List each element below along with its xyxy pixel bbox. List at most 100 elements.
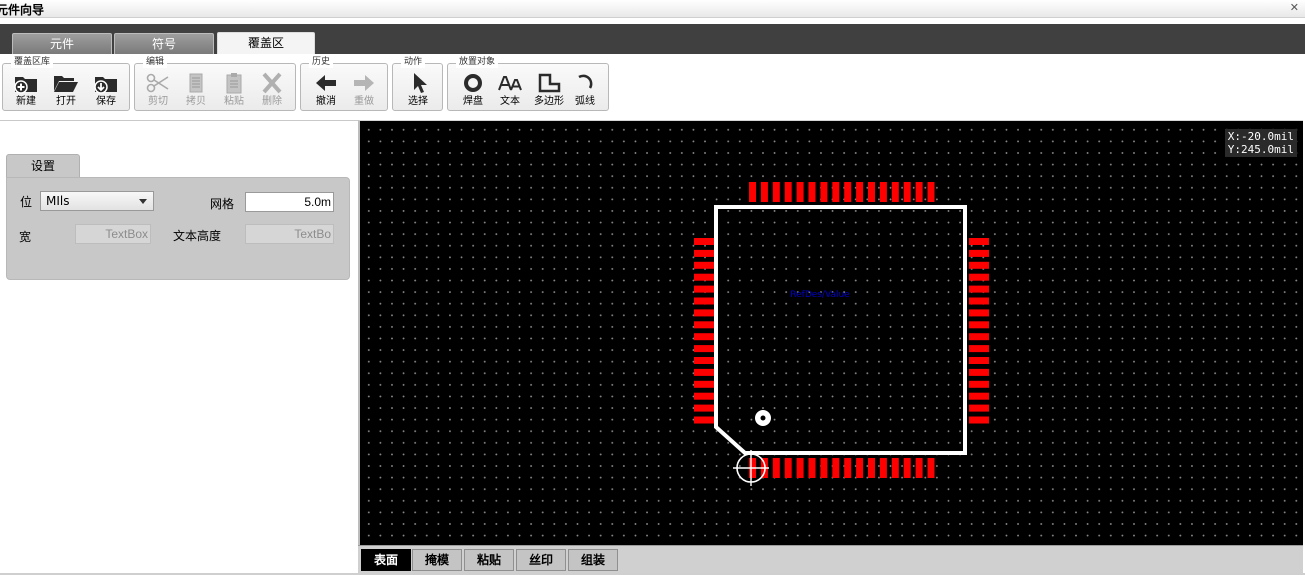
layer-tab-assembly[interactable]: 组装	[568, 549, 618, 571]
settings-panel: 设置 位 MIls 网格 5.0m 宽 TextBox 文本高度 TextBo	[0, 120, 358, 545]
pad-left	[694, 404, 714, 412]
pad-right	[969, 368, 989, 376]
pad-top	[796, 182, 804, 202]
undo-button[interactable]: 撤消	[307, 70, 345, 110]
group-footprint-library: 覆盖区库 新建 打开 保存	[2, 56, 130, 111]
grid-input[interactable]: 5.0m	[245, 192, 334, 212]
open-folder-icon	[53, 72, 79, 94]
tab-component[interactable]: 元件	[12, 33, 112, 54]
close-icon[interactable]: ✕	[1290, 1, 1299, 14]
unit-label: 位	[20, 195, 33, 209]
pad-left	[694, 357, 714, 364]
pad-top	[879, 182, 887, 202]
pad-right	[969, 297, 989, 305]
copy-button[interactable]: 拷贝	[177, 70, 215, 110]
width-textbox[interactable]: TextBox	[75, 224, 151, 244]
pad-bottom	[879, 458, 887, 478]
pad-top	[808, 182, 816, 202]
undo-label: 撤消	[316, 96, 336, 107]
pad-left	[694, 309, 714, 317]
pad-top	[832, 182, 840, 202]
group-action: 动作 选择	[392, 56, 443, 111]
group-title: 覆盖区库	[11, 56, 54, 68]
pad-top	[844, 182, 852, 202]
pad-right	[969, 273, 989, 281]
scissors-icon	[145, 72, 171, 94]
group-place-objects: 放置对象 焊盘 文本 多边形 弧线	[447, 56, 609, 111]
coord-y: Y:245.0mil	[1227, 143, 1294, 156]
select-label: 选择	[408, 96, 428, 107]
grid-label: 网格	[210, 197, 235, 211]
save-label: 保存	[96, 96, 116, 107]
paste-button[interactable]: 粘贴	[215, 70, 253, 110]
unit-select[interactable]: MIls	[40, 191, 154, 211]
pad-right	[969, 238, 989, 245]
pad-left	[694, 285, 714, 293]
polygon-label: 多边形	[534, 96, 564, 107]
tab-symbol[interactable]: 符号	[114, 33, 214, 54]
paste-icon	[221, 72, 247, 94]
pad-right	[969, 321, 989, 329]
tab-footprint[interactable]: 覆盖区	[217, 32, 315, 54]
pad-right	[969, 380, 989, 388]
settings-box: 位 MIls 网格 5.0m 宽 TextBox 文本高度 TextBo	[6, 177, 350, 280]
tab-settings[interactable]: 设置	[6, 154, 80, 178]
pad-left	[694, 321, 714, 329]
ribbon-toolbar: 覆盖区库 新建 打开 保存 编辑 剪切 拷贝 粘贴 删除 历史 撤消 重做 动作…	[0, 54, 1305, 120]
copy-icon	[183, 72, 209, 94]
redo-label: 重做	[354, 96, 374, 107]
group-title: 历史	[309, 56, 334, 68]
text-height-textbox[interactable]: TextBo	[245, 224, 334, 244]
arc-label: 弧线	[575, 96, 595, 107]
pad-button[interactable]: 焊盘	[454, 70, 492, 110]
group-title: 放置对象	[456, 56, 499, 68]
text-button[interactable]: 文本	[491, 70, 529, 110]
pad-right	[969, 261, 989, 269]
delete-label: 删除	[262, 96, 282, 107]
group-history: 历史 撤消 重做	[300, 56, 388, 111]
refdes-text: RefDes/Value	[790, 290, 850, 300]
pad-left	[694, 368, 714, 376]
arc-button[interactable]: 弧线	[566, 70, 604, 110]
delete-button[interactable]: 删除	[253, 70, 291, 110]
open-button[interactable]: 打开	[47, 70, 85, 110]
pad-left	[694, 392, 714, 400]
group-edit: 编辑 剪切 拷贝 粘贴 删除	[134, 56, 296, 111]
pad-bottom	[844, 458, 852, 478]
pad-top	[915, 182, 923, 202]
pad-top	[903, 182, 911, 202]
pad-right	[969, 333, 989, 341]
group-title: 编辑	[143, 56, 168, 68]
pad-top	[927, 182, 935, 202]
open-label: 打开	[56, 96, 76, 107]
cut-label: 剪切	[148, 96, 168, 107]
layer-tab-silkscreen[interactable]: 丝印	[516, 549, 566, 571]
chevron-down-icon	[139, 199, 147, 204]
pad-right	[969, 392, 989, 400]
footprint-drawing: RefDes/Value	[694, 182, 989, 486]
cut-button[interactable]: 剪切	[139, 70, 177, 110]
pad-bottom	[820, 458, 828, 478]
pad-left	[694, 380, 714, 388]
cursor-icon	[405, 72, 431, 94]
save-folder-icon	[93, 72, 119, 94]
footprint-canvas[interactable]: RefDes/Value X:-20.0mil Y:245.0mil	[358, 120, 1303, 545]
layer-tab-mask[interactable]: 掩模	[412, 549, 462, 571]
select-button[interactable]: 选择	[399, 70, 437, 110]
pad-right	[969, 357, 989, 364]
pad-right	[969, 285, 989, 293]
text-height-label: 文本高度	[173, 229, 222, 243]
pad-left	[694, 273, 714, 281]
layer-tabbar: 表面 掩模 粘贴 丝印 组装	[358, 545, 1303, 573]
pad-top	[784, 182, 792, 202]
save-button[interactable]: 保存	[87, 70, 125, 110]
pad-left	[694, 297, 714, 305]
pad-bottom	[868, 458, 875, 478]
polygon-button[interactable]: 多边形	[528, 70, 570, 110]
copy-label: 拷贝	[186, 96, 206, 107]
layer-tab-top[interactable]: 表面	[361, 549, 411, 571]
pad-bottom	[796, 458, 804, 478]
new-button[interactable]: 新建	[7, 70, 45, 110]
redo-button[interactable]: 重做	[345, 70, 383, 110]
layer-tab-paste[interactable]: 粘贴	[464, 549, 514, 571]
